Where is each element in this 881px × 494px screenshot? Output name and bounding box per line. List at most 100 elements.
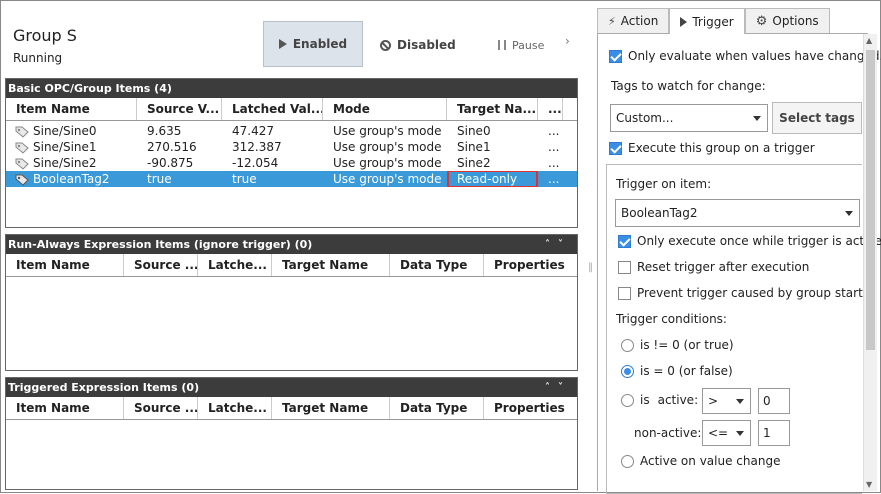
group-title: Group S [13, 26, 77, 45]
col-mode[interactable]: Mode [323, 98, 447, 120]
no-entry-icon [380, 39, 391, 51]
enabled-label: Enabled [292, 37, 348, 51]
trigger-on-item-label: Trigger on item: [616, 177, 712, 191]
collapse-up-icon[interactable]: ˄ [545, 239, 558, 250]
collapse-down-icon[interactable]: ˅ [558, 239, 571, 250]
collapse-chevron-icon[interactable]: › [565, 34, 570, 48]
right-tabs: ⚡︎ Action Trigger ⚙ Options [597, 8, 868, 34]
execute-on-trigger-label: Execute this group on a trigger [628, 141, 815, 155]
cond-custom-option[interactable]: is active: [621, 393, 698, 407]
scrollbar-thumb[interactable] [866, 50, 875, 350]
right-scrollbar[interactable]: ▲ ▼ [863, 34, 877, 491]
target-name: Sine1 [457, 140, 491, 154]
col-data-type[interactable]: Data Type [390, 254, 484, 276]
cond-nonzero-radio[interactable] [621, 338, 634, 352]
tab-action[interactable]: ⚡︎ Action [597, 8, 670, 33]
table-row[interactable]: Sine/Sine1 270.516 312.387 Use group's m… [6, 139, 577, 155]
tab-options-label: Options [772, 14, 819, 28]
only-once-label: Only execute once while trigger is activ… [637, 234, 881, 248]
active-operator-dropdown[interactable]: > [702, 388, 751, 414]
source-value: 9.635 [147, 124, 182, 138]
col-properties[interactable]: Properties [484, 397, 577, 419]
cond-nonzero-label: is != 0 (or true) [640, 338, 734, 352]
active-on-change-label: Active on value change [640, 454, 781, 468]
table-row[interactable]: Sine/Sine2 -90.875 -12.054 Use group's m… [6, 155, 577, 171]
gear-icon: ⚙ [755, 13, 768, 29]
col-extra [563, 98, 577, 120]
col-target-name[interactable]: Target Name [272, 397, 390, 419]
cond-zero-option[interactable]: is = 0 (or false) [621, 364, 733, 378]
col-latched[interactable]: Latche... [198, 254, 272, 276]
reset-trigger-checkbox[interactable] [618, 260, 631, 274]
mode: Use group's mode [333, 124, 442, 138]
properties[interactable]: ... [538, 155, 563, 171]
properties[interactable]: ... [538, 171, 563, 187]
basic-panel-header: Basic OPC/Group Items (4) [6, 79, 577, 98]
disabled-button[interactable]: Disabled [380, 35, 456, 55]
active-operator-value: > [708, 394, 719, 408]
tab-trigger-label: Trigger [692, 14, 734, 29]
tag-icon [15, 142, 29, 154]
only-evaluate-checkbox[interactable] [609, 49, 622, 63]
tab-trigger[interactable]: Trigger [669, 8, 745, 34]
trigger-item-dropdown[interactable]: BooleanTag2 [615, 199, 860, 227]
source-value: true [147, 172, 172, 186]
nonactive-label: non-active: [634, 426, 702, 440]
reset-trigger-option[interactable]: Reset trigger after execution [618, 260, 809, 274]
collapse-up-icon[interactable]: ˄ [545, 382, 558, 393]
group-status: Running [13, 51, 63, 65]
properties[interactable]: ... [538, 123, 563, 139]
tags-dropdown[interactable]: Custom... [610, 104, 768, 132]
enabled-button[interactable]: Enabled [263, 21, 363, 67]
tab-action-label: Action [620, 14, 659, 28]
nonactive-operator-dropdown[interactable]: <= [702, 420, 751, 446]
only-once-checkbox[interactable] [618, 234, 631, 248]
prevent-trigger-option[interactable]: Prevent trigger caused by group start [618, 286, 863, 300]
col-item-name[interactable]: Item Name [6, 254, 124, 276]
col-item-name[interactable]: Item Name [6, 98, 137, 120]
run-always-title: Run-Always Expression Items (ignore trig… [8, 238, 313, 251]
scroll-up-icon[interactable]: ▲ [866, 36, 872, 45]
select-tags-button[interactable]: Select tags [772, 102, 862, 134]
col-target-name[interactable]: Target Na... [447, 98, 538, 120]
execute-on-trigger-option[interactable]: Execute this group on a trigger [609, 141, 815, 155]
only-once-option[interactable]: Only execute once while trigger is activ… [618, 234, 881, 248]
col-source[interactable]: Source ... [124, 397, 198, 419]
nonactive-operator-value: <= [708, 426, 729, 440]
cond-custom-radio[interactable] [621, 393, 634, 407]
table-row[interactable]: Sine/Sine0 9.635 47.427 Use group's mode… [6, 123, 577, 139]
cond-zero-radio[interactable] [621, 364, 634, 378]
scroll-down-icon[interactable]: ▼ [866, 480, 872, 489]
active-on-change-option[interactable]: Active on value change [621, 454, 780, 468]
active-on-change-radio[interactable] [621, 454, 634, 468]
target-name-readonly: Read-only [447, 171, 538, 187]
col-source[interactable]: Source ... [124, 254, 198, 276]
tag-icon [15, 126, 29, 138]
mode: Use group's mode [333, 172, 442, 186]
prevent-trigger-checkbox[interactable] [618, 286, 631, 300]
col-latched[interactable]: Latche... [198, 397, 272, 419]
col-item-name[interactable]: Item Name [6, 397, 124, 419]
execute-on-trigger-checkbox[interactable] [609, 141, 622, 155]
only-evaluate-option[interactable]: Only evaluate when values have changed. [609, 49, 881, 63]
col-properties[interactable]: ... [538, 98, 563, 120]
tab-options[interactable]: ⚙ Options [744, 8, 830, 33]
col-source-value[interactable]: Source V... [137, 98, 222, 120]
splitter-grip[interactable]: ‖ [588, 262, 593, 273]
chevron-down-icon [736, 430, 744, 436]
only-evaluate-label: Only evaluate when values have changed. [628, 49, 881, 63]
col-data-type[interactable]: Data Type [390, 397, 484, 419]
pause-button[interactable]: Pause [498, 35, 544, 55]
col-target-name[interactable]: Target Name [272, 254, 390, 276]
collapse-down-icon[interactable]: ˅ [558, 382, 571, 393]
table-row-selected[interactable]: BooleanTag2 true true Use group's mode R… [6, 171, 577, 187]
latched-value: true [232, 172, 257, 186]
pause-icon [498, 40, 506, 50]
chevron-down-icon [845, 210, 853, 216]
cond-nonzero-option[interactable]: is != 0 (or true) [621, 338, 734, 352]
active-value-input[interactable]: 0 [758, 388, 790, 414]
properties[interactable]: ... [538, 139, 563, 155]
col-properties[interactable]: Properties [484, 254, 577, 276]
nonactive-value-input[interactable]: 1 [758, 420, 790, 446]
col-latched-value[interactable]: Latched Val... [222, 98, 323, 120]
